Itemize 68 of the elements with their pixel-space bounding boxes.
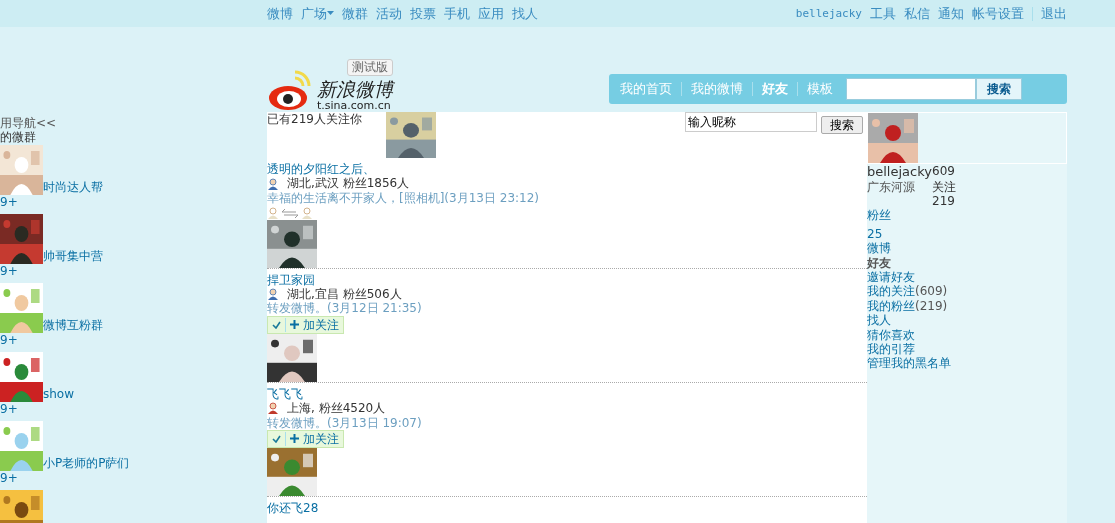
following-count[interactable]: 609 xyxy=(932,164,1067,180)
nav-link[interactable]: 活动 xyxy=(376,5,402,22)
sidebar-title: 用导航<< xyxy=(0,116,58,131)
user-status: 转发微博。(3月12日 21:35) xyxy=(267,301,423,316)
menu-link[interactable]: 猜你喜欢 xyxy=(867,327,915,342)
follow-button[interactable]: 加关注 xyxy=(267,429,344,448)
account-link[interactable]: 工具 xyxy=(870,5,896,22)
check-icon xyxy=(272,434,281,443)
profile-location: 广东河源 xyxy=(867,179,916,194)
version-badge: 测试版 xyxy=(347,59,393,76)
account-link[interactable]: 帐号设置 xyxy=(972,5,1024,22)
plus-icon xyxy=(290,320,299,330)
menu-link[interactable]: 管理我的黑名单 xyxy=(867,356,951,371)
group-link[interactable]: 时尚达人帮 xyxy=(43,180,103,195)
nav-link[interactable]: 微博 xyxy=(267,5,293,22)
logo-domain: t.sina.com.cn xyxy=(317,98,391,112)
unread-count: 9+ xyxy=(0,194,19,211)
unread-count: 9+ xyxy=(0,263,19,280)
account-link[interactable]: 私信 xyxy=(904,5,930,22)
account-link[interactable]: 通知 xyxy=(938,5,964,22)
group-link[interactable]: 微博互粉群 xyxy=(43,318,103,333)
search-button[interactable]: 搜索 xyxy=(976,78,1022,100)
check-icon xyxy=(272,320,281,329)
user-name-link[interactable]: 捍卫家园 xyxy=(267,272,867,287)
account-link[interactable]: 退出 xyxy=(1041,5,1067,22)
section-title: 好友 xyxy=(867,255,892,270)
plus-icon xyxy=(290,434,299,444)
menu-count: (609) xyxy=(915,284,948,299)
profile-name-link[interactable]: bellejacky xyxy=(867,164,932,180)
menu-count: (219) xyxy=(915,298,948,314)
followers-count[interactable]: 219 xyxy=(932,194,1067,209)
user-location: 上海, 粉丝4520人 xyxy=(287,401,386,416)
user-location: 湖北,宜昌 粉丝506人 xyxy=(287,286,402,302)
nav-link[interactable]: 微群 xyxy=(342,5,368,22)
user-name-link[interactable]: 透明的夕阳红之后、 xyxy=(267,162,867,177)
nav-link[interactable]: 广场 xyxy=(301,5,334,22)
menu-link[interactable]: 我的引荐 xyxy=(867,341,915,357)
nav-link[interactable]: 投票 xyxy=(410,5,436,22)
search-field[interactable] xyxy=(846,78,976,100)
nav-link[interactable]: 找人 xyxy=(512,5,538,22)
menu-link[interactable]: 我的关注 xyxy=(867,284,915,299)
follow-button[interactable]: 加关注 xyxy=(267,315,344,334)
group-link[interactable]: show xyxy=(43,387,74,402)
menu-link[interactable]: 我的粉丝 xyxy=(867,298,915,314)
nav-link[interactable]: 手机 xyxy=(444,5,470,22)
user-location: 湖北,武汉 粉丝1856人 xyxy=(287,176,410,191)
unread-count: 9+ xyxy=(0,470,19,487)
user-status: 幸福的生活离不开家人，[照相机](3月13日 23:12) xyxy=(267,190,541,206)
nickname-field[interactable]: 输入昵称 xyxy=(685,112,817,132)
group-link[interactable]: 帅哥集中营 xyxy=(43,249,103,264)
following-label[interactable]: 关注 xyxy=(932,179,1067,194)
followers-note: 已有219人关注你 xyxy=(267,112,362,128)
menu-link[interactable]: 邀请好友 xyxy=(867,269,915,285)
search-button[interactable]: 搜索 xyxy=(821,116,863,135)
user-status: 转发微博。(3月13日 19:07) xyxy=(267,415,423,430)
username-link[interactable]: bellejacky xyxy=(795,6,862,21)
posts-label[interactable]: 微博 xyxy=(867,241,1067,256)
unread-count: 9+ xyxy=(0,401,19,418)
followers-label[interactable]: 粉丝 xyxy=(867,208,1067,223)
menu-link[interactable]: 找人 xyxy=(867,313,891,328)
unread-count: 9+ xyxy=(0,332,19,349)
user-name-link[interactable]: 飞飞飞 xyxy=(267,386,867,402)
group-link[interactable]: 小P老师的P萨们 xyxy=(43,456,130,471)
logo-text: 新浪微博 xyxy=(317,79,393,99)
sidebar-subtitle: 的微群 xyxy=(0,130,37,145)
nav-link[interactable]: 应用 xyxy=(478,5,504,22)
posts-count[interactable]: 25 xyxy=(867,226,1067,242)
user-name-link[interactable]: 你还飞28 xyxy=(267,496,867,516)
